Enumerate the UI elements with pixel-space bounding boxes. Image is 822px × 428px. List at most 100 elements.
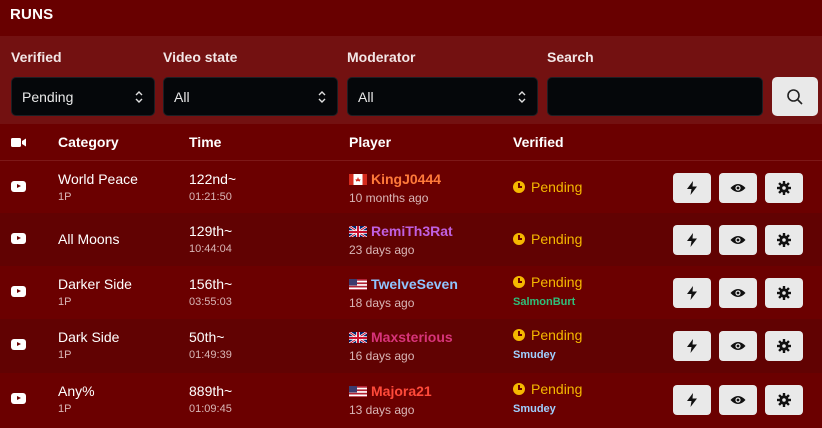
eye-icon xyxy=(730,236,746,244)
search-input[interactable] xyxy=(547,77,763,116)
verifier-name[interactable]: Smudey xyxy=(513,349,556,361)
run-category[interactable]: World Peace xyxy=(58,171,138,187)
eye-icon xyxy=(730,289,746,297)
run-rank: 156th~ xyxy=(189,276,233,292)
player-name: Maxsterious xyxy=(371,329,453,345)
youtube-icon[interactable] xyxy=(11,233,26,244)
chevron-updown-icon xyxy=(135,90,143,103)
column-category[interactable]: Category xyxy=(58,134,119,150)
run-time: 01:49:39 xyxy=(189,349,232,361)
status-text: Pending xyxy=(531,231,583,247)
lightning-icon xyxy=(687,286,697,300)
table-row[interactable]: Any% 1P 889th~ 01:09:45 Majora21 13 days… xyxy=(0,373,822,427)
youtube-icon[interactable] xyxy=(11,339,26,350)
run-settings-button[interactable] xyxy=(765,385,803,415)
run-subcategory: 1P xyxy=(58,191,72,203)
search-label: Search xyxy=(547,49,594,65)
eye-icon xyxy=(730,396,746,404)
chevron-updown-icon xyxy=(518,90,526,103)
moderator-select-value: All xyxy=(358,88,374,105)
player-link[interactable]: RemiTh3Rat xyxy=(349,223,453,239)
player-link[interactable]: Maxsterious xyxy=(349,329,453,345)
quick-verify-button[interactable] xyxy=(673,331,711,361)
table-row[interactable]: Dark Side 1P 50th~ 01:49:39 Maxsterious … xyxy=(0,319,822,373)
moderator-select[interactable]: All xyxy=(347,77,538,116)
flag-us-icon xyxy=(349,278,367,290)
submitted-ago: 10 months ago xyxy=(349,191,429,205)
submitted-ago: 13 days ago xyxy=(349,403,415,417)
run-time: 10:44:04 xyxy=(189,243,232,255)
column-time[interactable]: Time xyxy=(189,134,221,150)
player-link[interactable]: KingJ0444 xyxy=(349,171,441,187)
youtube-icon[interactable] xyxy=(11,181,26,192)
gear-icon xyxy=(777,233,791,247)
verified-select[interactable]: Pending xyxy=(11,77,155,116)
run-time: 01:21:50 xyxy=(189,191,232,203)
page-title: RUNS xyxy=(10,6,54,23)
run-rank: 129th~ xyxy=(189,223,233,239)
run-category[interactable]: Any% xyxy=(58,383,95,399)
flag-us-icon xyxy=(349,385,367,397)
lightning-icon xyxy=(687,393,697,407)
moderator-label: Moderator xyxy=(347,49,416,65)
quick-verify-button[interactable] xyxy=(673,278,711,308)
search-icon xyxy=(787,88,803,105)
verifier-name[interactable]: SalmonBurt xyxy=(513,296,575,308)
quick-verify-button[interactable] xyxy=(673,225,711,255)
video-state-label: Video state xyxy=(163,49,238,65)
chevron-updown-icon xyxy=(318,90,326,103)
view-run-button[interactable] xyxy=(719,225,757,255)
verified-label: Verified xyxy=(11,49,62,65)
run-rank: 50th~ xyxy=(189,329,225,345)
video-state-select-value: All xyxy=(174,88,190,105)
column-player[interactable]: Player xyxy=(349,134,391,150)
verified-select-value: Pending xyxy=(22,88,74,105)
run-category[interactable]: Dark Side xyxy=(58,329,119,345)
run-settings-button[interactable] xyxy=(765,225,803,255)
verifier-name[interactable]: Smudey xyxy=(513,403,556,415)
table-row[interactable]: All Moons 129th~ 10:44:04 RemiTh3Rat 23 … xyxy=(0,213,822,267)
quick-verify-button[interactable] xyxy=(673,173,711,203)
submitted-ago: 16 days ago xyxy=(349,349,415,363)
run-subcategory: 1P xyxy=(58,296,72,308)
status-badge: Pending xyxy=(513,327,582,343)
run-settings-button[interactable] xyxy=(765,278,803,308)
run-subcategory: 1P xyxy=(58,403,72,415)
player-name: TwelveSeven xyxy=(371,276,458,292)
player-link[interactable]: TwelveSeven xyxy=(349,276,458,292)
player-name: Majora21 xyxy=(371,383,432,399)
clock-icon xyxy=(513,383,525,395)
youtube-icon[interactable] xyxy=(11,286,26,297)
submitted-ago: 23 days ago xyxy=(349,243,415,257)
run-category[interactable]: Darker Side xyxy=(58,276,132,292)
run-category[interactable]: All Moons xyxy=(58,231,119,247)
gear-icon xyxy=(777,286,791,300)
run-settings-button[interactable] xyxy=(765,331,803,361)
quick-verify-button[interactable] xyxy=(673,385,711,415)
status-text: Pending xyxy=(531,274,583,290)
table-row[interactable]: World Peace 1P 122nd~ 01:21:50 KingJ0444… xyxy=(0,161,822,215)
player-name: KingJ0444 xyxy=(371,171,442,187)
video-state-select[interactable]: All xyxy=(163,77,338,116)
lightning-icon xyxy=(687,233,697,247)
submitted-ago: 18 days ago xyxy=(349,296,415,310)
column-verified[interactable]: Verified xyxy=(513,134,564,150)
flag-gb-icon xyxy=(349,225,367,237)
youtube-icon[interactable] xyxy=(11,393,26,404)
table-header: Category Time Player Verified xyxy=(0,124,822,161)
lightning-icon xyxy=(687,339,697,353)
view-run-button[interactable] xyxy=(719,331,757,361)
run-settings-button[interactable] xyxy=(765,173,803,203)
status-badge: Pending xyxy=(513,231,582,247)
search-button[interactable] xyxy=(772,77,818,116)
status-badge: Pending xyxy=(513,274,582,290)
status-text: Pending xyxy=(531,179,583,195)
view-run-button[interactable] xyxy=(719,385,757,415)
view-run-button[interactable] xyxy=(719,278,757,308)
status-badge: Pending xyxy=(513,179,582,195)
gear-icon xyxy=(777,393,791,407)
gear-icon xyxy=(777,181,791,195)
view-run-button[interactable] xyxy=(719,173,757,203)
table-row[interactable]: Darker Side 1P 156th~ 03:55:03 TwelveSev… xyxy=(0,266,822,320)
player-link[interactable]: Majora21 xyxy=(349,383,432,399)
